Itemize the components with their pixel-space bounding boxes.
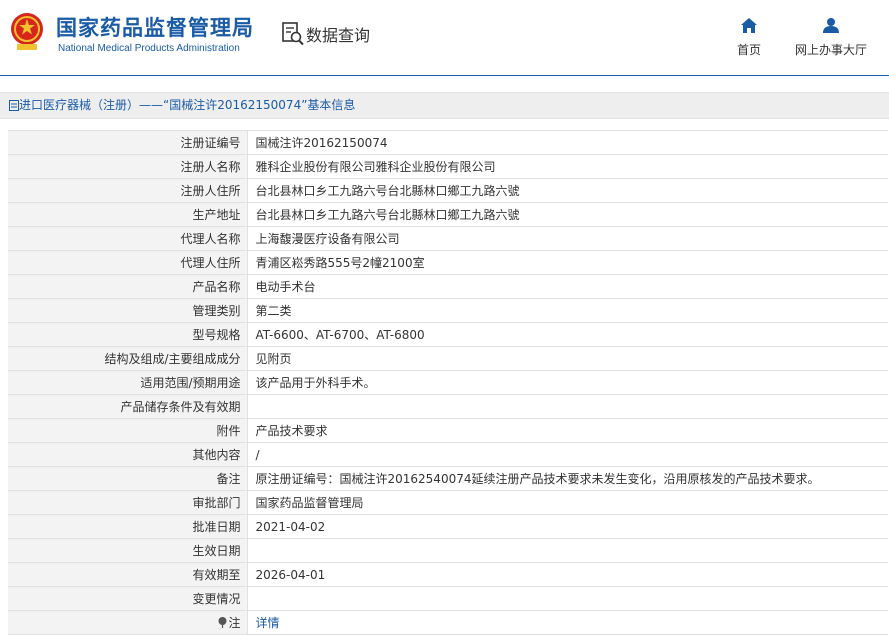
table-row: 变更情况 [8, 586, 888, 611]
field-label: 型号规格 [8, 322, 248, 347]
field-label: 注册人住所 [8, 178, 248, 203]
field-value: 第二类 [247, 298, 888, 323]
table-row: 适用范围/预期用途 该产品用于外科手术。 [8, 370, 888, 395]
table-row: 审批部门 国家药品监督管理局 [8, 490, 888, 515]
field-value [247, 586, 888, 611]
field-label: 生效日期 [8, 538, 248, 563]
national-emblem-icon [11, 13, 43, 50]
field-label: 有效期至 [8, 562, 248, 587]
field-label: 产品名称 [8, 274, 248, 299]
field-label: 代理人住所 [8, 250, 248, 275]
table-row: 代理人住所 青浦区崧秀路555号2幢2100室 [8, 250, 888, 275]
field-value: 2026-04-01 [247, 562, 888, 587]
nav-home[interactable]: 首页 [731, 18, 767, 58]
nav-online-hall[interactable]: 网上办事大厅 [792, 18, 870, 58]
table-row: 注册人住所 台北县林口乡工九路六号台北縣林口鄉工九路六號 [8, 178, 888, 203]
field-value: 雅科企业股份有限公司雅科企业股份有限公司 [247, 154, 888, 179]
site-title: 国家药品监督管理局 [56, 16, 254, 40]
note-label: 注 [228, 616, 241, 630]
field-value [247, 394, 888, 419]
table-row: 附件 产品技术要求 [8, 418, 888, 443]
field-value [247, 538, 888, 563]
field-value: 台北县林口乡工九路六号台北縣林口鄉工九路六號 [247, 202, 888, 227]
field-label: 备注 [8, 466, 248, 491]
table-row: 产品储存条件及有效期 [8, 394, 888, 419]
field-value: 台北县林口乡工九路六号台北縣林口鄉工九路六號 [247, 178, 888, 203]
field-label: 附件 [8, 418, 248, 443]
field-value: 电动手术台 [247, 274, 888, 299]
field-label: 批准日期 [8, 514, 248, 539]
field-label: 注册证编号 [8, 130, 248, 155]
field-value: 该产品用于外科手术。 [247, 370, 888, 395]
pin-icon [218, 617, 227, 628]
field-label: 生产地址 [8, 202, 248, 227]
document-icon [9, 100, 19, 111]
table-row: 管理类别 第二类 [8, 298, 888, 323]
table-row: 产品名称 电动手术台 [8, 274, 888, 299]
breadcrumb-text: 进口医疗器械（注册）——“国械注许20162150074”基本信息 [19, 98, 356, 112]
field-label: 变更情况 [8, 586, 248, 611]
detail-table: 注册证编号 国械注许20162150074 注册人名称 雅科企业股份有限公司雅科企业股… [8, 130, 888, 635]
data-query-link[interactable]: 数据查询 [282, 22, 370, 46]
field-label: 注册人名称 [8, 154, 248, 179]
user-icon [823, 18, 839, 33]
field-value: 2021-04-02 [247, 514, 888, 539]
field-label: 代理人名称 [8, 226, 248, 251]
field-label: 适用范围/预期用途 [8, 370, 248, 395]
field-value: 国械注许20162150074 [247, 130, 888, 155]
table-row: 备注 原注册证编号：国械注许20162540074延续注册产品技术要求未发生变化，… [8, 466, 888, 491]
data-query-label: 数据查询 [306, 26, 371, 45]
field-label: 管理类别 [8, 298, 248, 323]
site-header: 国家药品监督管理局 National Medical Products Admi… [0, 0, 889, 76]
nav-home-label: 首页 [736, 43, 761, 57]
table-row: 生效日期 [8, 538, 888, 563]
table-row: 注册证编号 国械注许20162150074 [8, 130, 888, 155]
table-row: 型号规格 AT-6600、AT-6700、AT-6800 [8, 322, 888, 347]
field-value: 青浦区崧秀路555号2幢2100室 [247, 250, 888, 275]
breadcrumb: 进口医疗器械（注册）——“国械注许20162150074”基本信息 [0, 92, 889, 119]
field-label: 产品储存条件及有效期 [8, 394, 248, 419]
field-value: / [247, 442, 888, 467]
field-value: AT-6600、AT-6700、AT-6800 [247, 322, 888, 347]
field-value: 见附页 [247, 346, 888, 371]
data-search-icon [282, 22, 304, 46]
table-row: 生产地址 台北县林口乡工九路六号台北縣林口鄉工九路六號 [8, 202, 888, 227]
field-value: 产品技术要求 [247, 418, 888, 443]
field-label: 其他内容 [8, 442, 248, 467]
note-label-cell: 注 [8, 610, 248, 635]
field-label: 结构及组成/主要组成成分 [8, 346, 248, 371]
field-value: 原注册证编号：国械注许20162540074延续注册产品技术要求未发生变化，沿用… [247, 466, 888, 491]
table-row: 其他内容 / [8, 442, 888, 467]
note-row: 注 详情 [8, 610, 888, 635]
field-label: 审批部门 [8, 490, 248, 515]
site-subtitle: National Medical Products Administration [58, 43, 240, 54]
table-row: 结构及组成/主要组成成分 见附页 [8, 346, 888, 371]
table-row: 批准日期 2021-04-02 [8, 514, 888, 539]
table-row: 注册人名称 雅科企业股份有限公司雅科企业股份有限公司 [8, 154, 888, 179]
details-link[interactable]: 详情 [256, 616, 280, 630]
field-value: 国家药品监督管理局 [247, 490, 888, 515]
nav-online-hall-label: 网上办事大厅 [794, 43, 867, 57]
home-icon [741, 18, 757, 33]
table-row: 有效期至 2026-04-01 [8, 562, 888, 587]
table-row: 代理人名称 上海馥漫医疗设备有限公司 [8, 226, 888, 251]
field-value: 上海馥漫医疗设备有限公司 [247, 226, 888, 251]
